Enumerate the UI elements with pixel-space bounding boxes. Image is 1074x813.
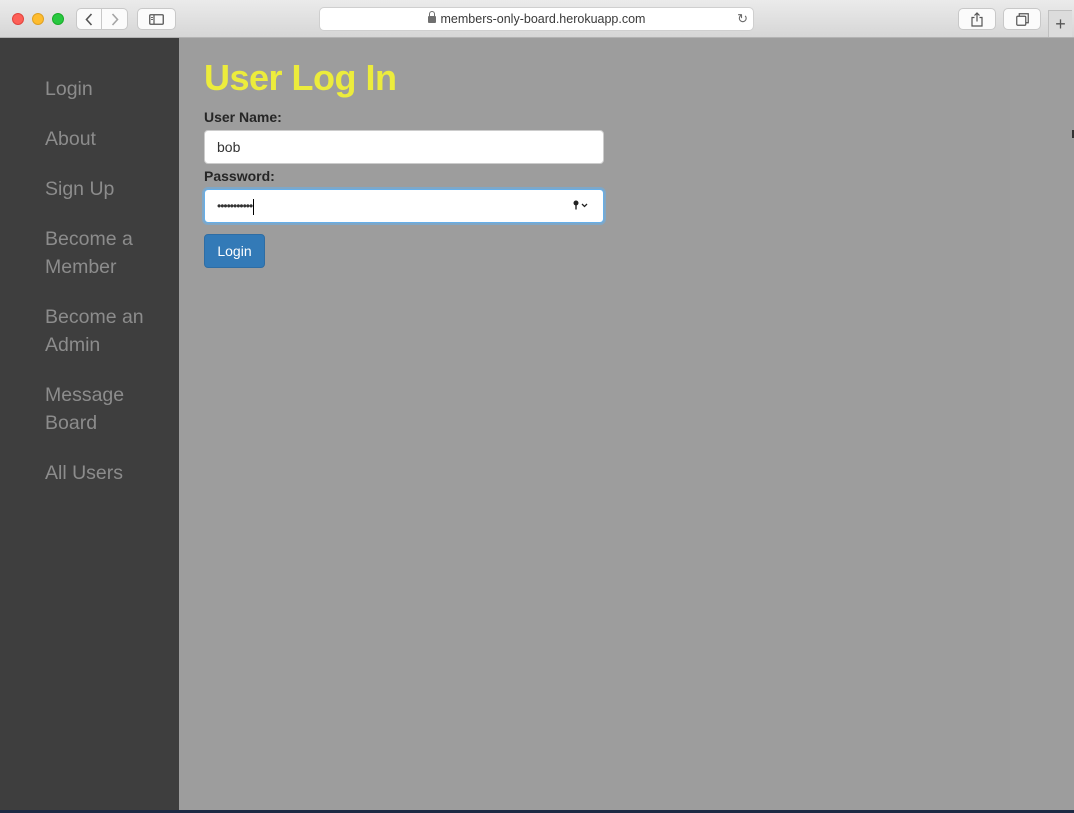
sidebar: Login About Sign Up Become a Member Beco… bbox=[0, 38, 179, 810]
sidebar-item-about[interactable]: About bbox=[45, 125, 165, 153]
share-button[interactable] bbox=[958, 8, 996, 30]
reload-icon[interactable]: ↻ bbox=[737, 11, 748, 27]
minimize-window-button[interactable] bbox=[32, 13, 44, 25]
address-text: members-only-board.herokuapp.com bbox=[320, 11, 753, 26]
chevron-right-icon bbox=[111, 12, 119, 26]
username-label: User Name: bbox=[204, 109, 282, 125]
sidebar-item-sign-up[interactable]: Sign Up bbox=[45, 175, 165, 203]
sidebar-toggle-button[interactable] bbox=[137, 8, 176, 30]
login-form: User Log In User Name: bob Password: •••… bbox=[204, 38, 604, 268]
tabs-icon bbox=[1015, 12, 1029, 26]
key-icon[interactable] bbox=[573, 190, 589, 222]
chevron-left-icon bbox=[85, 12, 93, 26]
url-text: members-only-board.herokuapp.com bbox=[440, 12, 646, 26]
username-value: bob bbox=[217, 139, 241, 155]
text-cursor bbox=[253, 198, 255, 215]
password-label: Password: bbox=[204, 168, 275, 184]
address-bar[interactable]: members-only-board.herokuapp.com ↻ bbox=[319, 7, 754, 31]
share-icon bbox=[971, 11, 983, 27]
password-input[interactable]: ••••••••••• bbox=[204, 189, 604, 223]
close-window-button[interactable] bbox=[12, 13, 24, 25]
sidebar-item-message-board[interactable]: Message Board bbox=[45, 381, 165, 437]
sidebar-item-become-admin[interactable]: Become an Admin bbox=[45, 303, 165, 359]
forward-button[interactable] bbox=[102, 8, 128, 30]
maximize-window-button[interactable] bbox=[52, 13, 64, 25]
password-value: ••••••••••• bbox=[217, 199, 253, 213]
tab-overview-button[interactable] bbox=[1003, 8, 1041, 30]
browser-toolbar: members-only-board.herokuapp.com ↻ + bbox=[0, 0, 1074, 38]
sidebar-item-login[interactable]: Login bbox=[45, 75, 165, 103]
browser-window: members-only-board.herokuapp.com ↻ + Log… bbox=[0, 0, 1074, 810]
login-button[interactable]: Login bbox=[204, 234, 265, 268]
sidebar-item-all-users[interactable]: All Users bbox=[45, 459, 165, 487]
new-tab-button[interactable]: + bbox=[1048, 10, 1072, 37]
page-viewport: Login About Sign Up Become a Member Beco… bbox=[0, 38, 1074, 810]
sidebar-item-become-member[interactable]: Become a Member bbox=[45, 225, 165, 281]
page-title: User Log In bbox=[204, 57, 397, 98]
lock-icon bbox=[427, 11, 436, 23]
history-nav bbox=[76, 8, 128, 30]
username-input[interactable]: bob bbox=[204, 130, 604, 164]
sidebar-icon bbox=[149, 13, 164, 25]
back-button[interactable] bbox=[76, 8, 102, 30]
